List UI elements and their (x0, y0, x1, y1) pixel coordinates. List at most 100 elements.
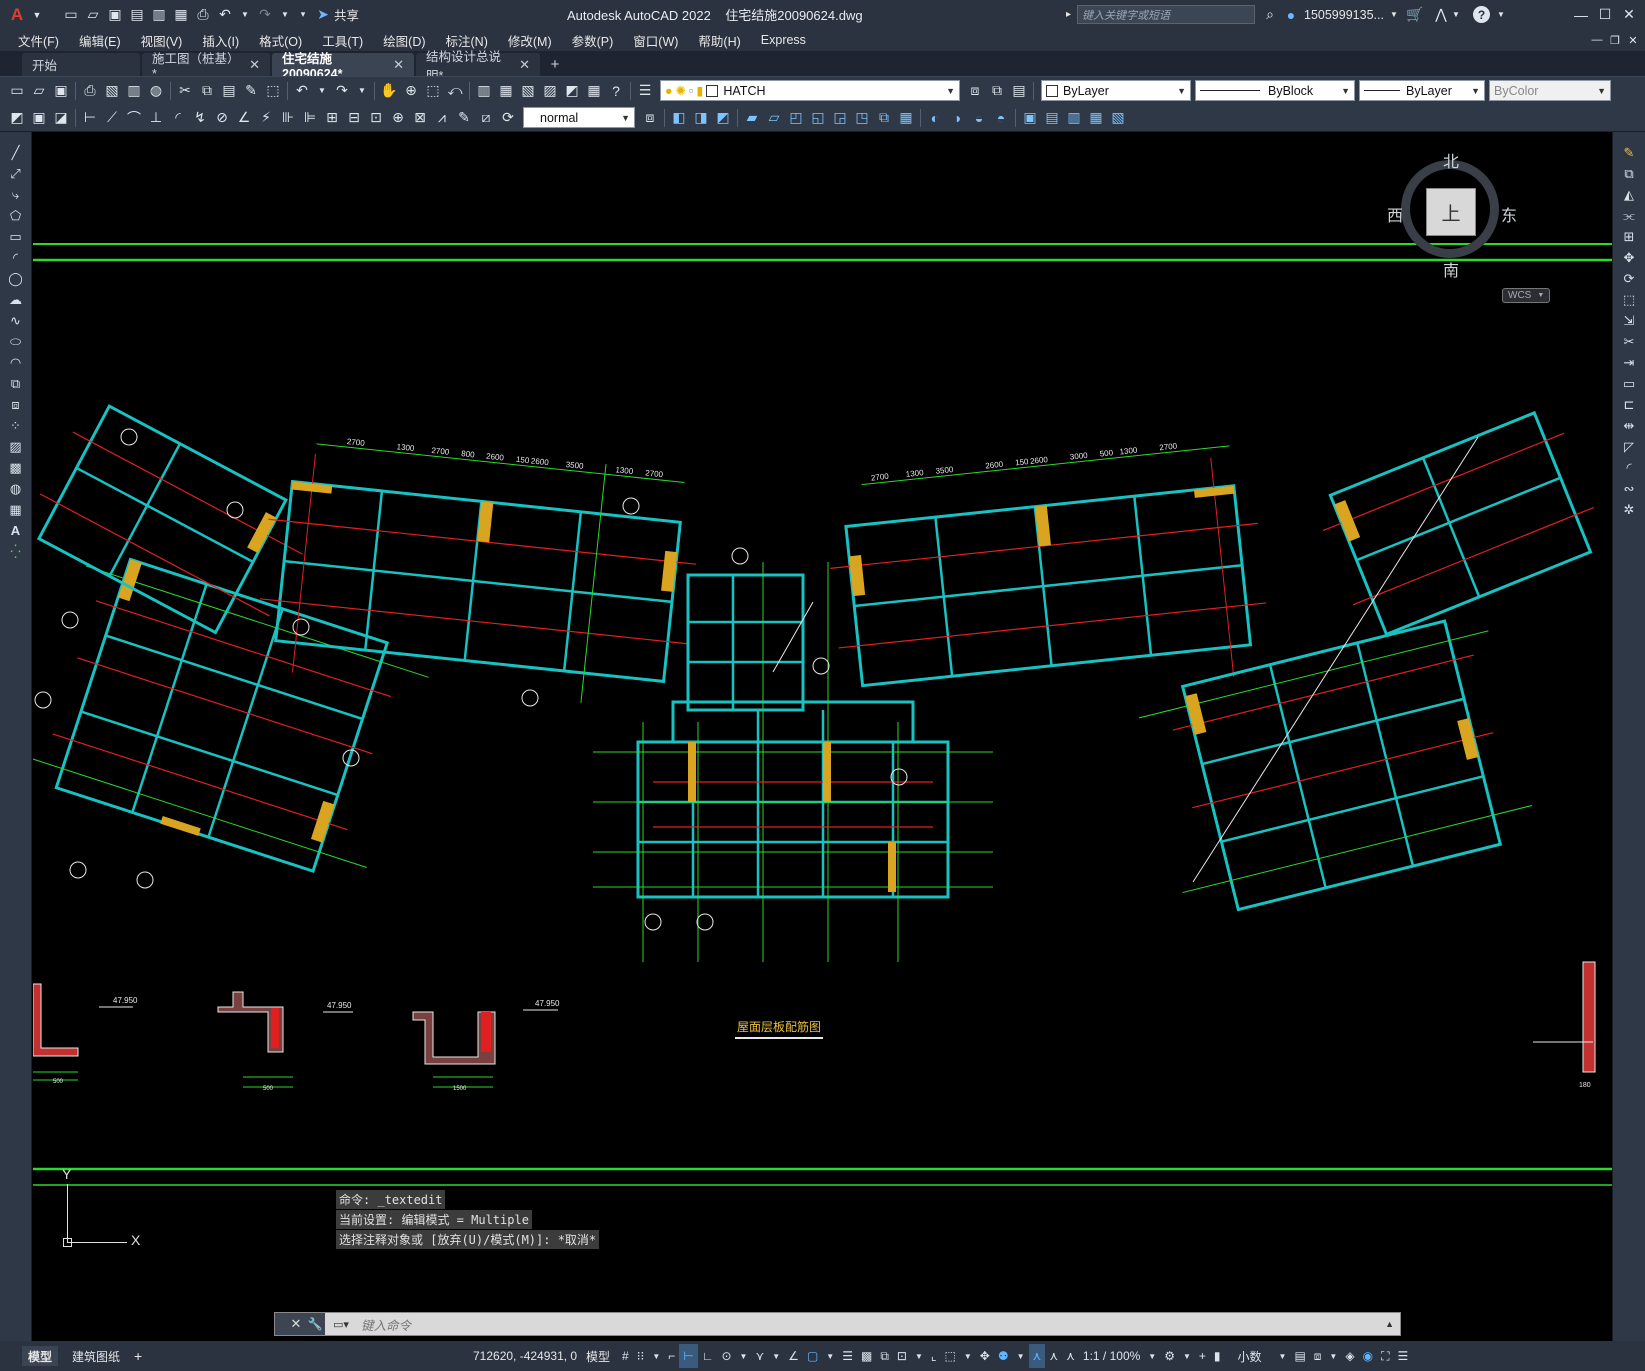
dimension-space-icon[interactable]: ⊞ (321, 107, 343, 129)
dimension-style-manager-icon[interactable]: ⧈ (639, 107, 661, 129)
3d-osnap-dropdown-icon[interactable]: ▼ (911, 1344, 927, 1368)
sheet-set-icon[interactable]: ▨ (539, 80, 561, 102)
tool-palettes-icon[interactable]: ▧ (517, 80, 539, 102)
save-icon[interactable]: ▣ (50, 80, 72, 102)
model-space-toggle[interactable]: 模型 (586, 1348, 610, 1365)
viewcube[interactable]: 上 北 南 西 东 (1381, 140, 1521, 280)
delete-faces-icon[interactable]: ◱ (807, 107, 829, 129)
layout-tab-architecture[interactable]: 建筑图纸 (66, 1346, 126, 1366)
undo-icon[interactable]: ↶ (214, 4, 236, 26)
share-icon[interactable]: ➤ (312, 4, 334, 26)
annotation-visibility-icon[interactable]: ⚉ (994, 1344, 1013, 1368)
3d-object-snap-icon[interactable]: ⊡ (893, 1344, 911, 1368)
pan-icon[interactable]: ✋ (378, 80, 400, 102)
section-plane-icon[interactable]: ▤ (1041, 107, 1063, 129)
polygon-icon[interactable]: ⬠ (6, 205, 26, 226)
rectangle-icon[interactable]: ▭ (6, 226, 26, 247)
lineweight-dropdown[interactable]: ByLayer ▼ (1359, 80, 1485, 101)
menu-tools[interactable]: 工具(T) (312, 31, 373, 50)
line-icon[interactable]: ╱ (6, 142, 26, 163)
gizmo-icon[interactable]: ✥ (976, 1344, 994, 1368)
zoom-previous-icon[interactable]: ⤺ (444, 80, 466, 102)
lock-icon[interactable]: ▮ (696, 83, 703, 98)
offset-icon[interactable]: ⫘ (1619, 205, 1639, 226)
zoom-window-icon[interactable]: ⬚ (422, 80, 444, 102)
clean-icon[interactable]: ◑ (946, 107, 968, 129)
layer-properties-icon[interactable]: ☰ (634, 80, 656, 102)
menu-format[interactable]: 格式(O) (249, 31, 312, 50)
customization-icon[interactable]: ☰ (1393, 1344, 1412, 1368)
paste-icon[interactable]: ▤ (218, 80, 240, 102)
jogged-dimension-icon[interactable]: ↯ (189, 107, 211, 129)
dimension-edit-icon[interactable]: ✎ (453, 107, 475, 129)
snap-icon[interactable]: ⁝⁝ (633, 1344, 649, 1368)
tab-structural-notes[interactable]: 结构设计总说明*✕ (416, 50, 540, 83)
aligned-dimension-icon[interactable]: ⟋ (101, 107, 123, 129)
user-icon[interactable]: ● (1280, 4, 1302, 26)
selection-filter-dropdown-icon[interactable]: ▼ (960, 1344, 976, 1368)
export-icon[interactable]: ▦ (170, 4, 192, 26)
clean-screen-icon[interactable]: ⛶ (1377, 1344, 1393, 1368)
coordinates-readout[interactable]: 712620, -424931, 0 (473, 1349, 577, 1363)
menu-insert[interactable]: 插入(I) (192, 31, 249, 50)
revision-cloud-icon[interactable]: ☁ (6, 289, 26, 310)
cart-icon[interactable]: 🛒 (1404, 4, 1426, 26)
isolate-objects-icon[interactable]: ◈ (1341, 1344, 1358, 1368)
arc-icon[interactable]: ◜ (6, 247, 26, 268)
account-dropdown-icon[interactable]: ▼ (1452, 10, 1460, 19)
command-close-icon[interactable]: ✕ (287, 1313, 305, 1335)
dimension-text-edit-icon[interactable]: ⧄ (475, 107, 497, 129)
user-name[interactable]: 1505999135... (1304, 8, 1384, 22)
table-icon[interactable]: ▦ (6, 499, 26, 520)
help-dropdown-icon[interactable]: ▼ (1497, 10, 1505, 19)
annotation-scale-value[interactable]: 1:1 / 100% (1079, 1344, 1144, 1368)
workspace-switch-icon[interactable]: ⚙ (1160, 1344, 1179, 1368)
menu-view[interactable]: 视图(V) (131, 31, 193, 50)
menu-window[interactable]: 窗口(W) (623, 31, 688, 50)
tab-pile-drawing[interactable]: 施工图（桩基）* ✕ (142, 52, 270, 81)
menu-express[interactable]: Express (751, 33, 816, 47)
dynamic-input-icon[interactable]: ⊢ (679, 1344, 698, 1368)
autocad-logo-icon[interactable]: A (6, 4, 28, 26)
copy-faces-icon[interactable]: ⧉ (873, 107, 895, 129)
model-space-canvas[interactable]: 2700 1300 2700 800 2600 150 2600 3500 13… (33, 132, 1612, 1341)
layer-previous-icon[interactable]: ⧉ (986, 80, 1008, 102)
autodesk-account-icon[interactable]: ⋀ (1430, 4, 1452, 26)
sun-icon[interactable]: ✺ (676, 83, 686, 98)
units-dropdown-icon[interactable]: ▼ (1275, 1344, 1291, 1368)
help-icon[interactable]: ? (605, 80, 627, 102)
dimension-style-dropdown[interactable]: normal ▼ (523, 107, 635, 128)
quick-dimension-icon[interactable]: ⚡ (255, 107, 277, 129)
diameter-dimension-icon[interactable]: ⊘ (211, 107, 233, 129)
save-as-icon[interactable]: ▤ (126, 4, 148, 26)
hardware-acceleration-icon[interactable]: ◉ (1359, 1344, 1377, 1368)
command-history-toggle-icon[interactable]: ▲ (1385, 1319, 1394, 1329)
command-input[interactable]: 键入命令 (361, 1315, 411, 1334)
solid-subtract-icon[interactable]: ◨ (690, 107, 712, 129)
dimension-update-icon[interactable]: ⟳ (497, 107, 519, 129)
plot-preview-icon[interactable]: ▧ (101, 80, 123, 102)
jogged-linear-icon[interactable]: ⩘ (431, 107, 453, 129)
lock-ui-dropdown-icon[interactable]: ▼ (1325, 1344, 1341, 1368)
ellipse-arc-icon[interactable]: ◠ (6, 352, 26, 373)
slice-icon[interactable]: ▥ (1063, 107, 1085, 129)
move-icon[interactable]: ✥ (1619, 247, 1639, 268)
hatch-icon[interactable]: ▨ (6, 436, 26, 457)
undo-dropdown-icon[interactable]: ▼ (313, 80, 331, 102)
plot-icon[interactable]: ⎙ (79, 80, 101, 102)
units-value[interactable]: 小数 (1225, 1344, 1275, 1368)
markup-icon[interactable]: ◩ (561, 80, 583, 102)
compass-east[interactable]: 东 (1501, 202, 1517, 226)
stretch-icon[interactable]: ⇲ (1619, 310, 1639, 331)
selection-filter-icon[interactable]: ⬚ (941, 1344, 960, 1368)
ortho-icon[interactable]: ∟ (698, 1344, 718, 1368)
undo-icon[interactable]: ↶ (291, 80, 313, 102)
menu-parametric[interactable]: 参数(P) (562, 31, 624, 50)
publish-icon[interactable]: ▥ (123, 80, 145, 102)
dimension-break-icon[interactable]: ⊟ (343, 107, 365, 129)
polyline-icon[interactable]: ⤷ (6, 184, 26, 205)
light-bulb-icon[interactable]: ● (665, 84, 673, 98)
flatshot-icon[interactable]: ▧ (1107, 107, 1129, 129)
menu-file[interactable]: 文件(F) (8, 31, 69, 50)
lock-ui-icon[interactable]: ⧈ (1310, 1344, 1326, 1368)
